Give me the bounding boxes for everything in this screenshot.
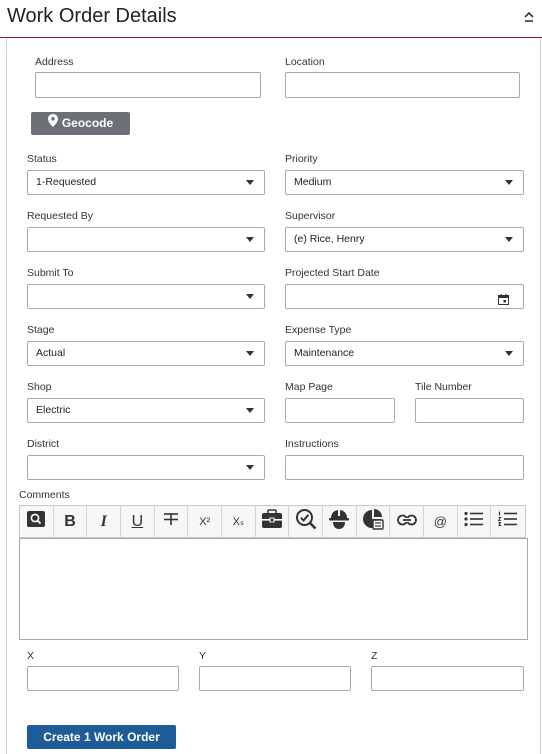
map-page-label: Map Page bbox=[285, 381, 333, 393]
stage-label: Stage bbox=[27, 324, 55, 336]
priority-value: Medium bbox=[294, 176, 332, 188]
mention-button[interactable]: @ bbox=[424, 506, 458, 537]
underline-button[interactable]: U bbox=[121, 506, 155, 537]
tile-number-input[interactable] bbox=[415, 398, 524, 423]
status-label: Status bbox=[27, 153, 57, 165]
chevron-down-icon bbox=[246, 465, 254, 470]
panel-title: Work Order Details bbox=[7, 5, 177, 27]
expense-type-select[interactable]: Maintenance bbox=[285, 341, 524, 366]
map-pin-icon bbox=[47, 112, 58, 135]
numbered-list-button[interactable] bbox=[491, 506, 525, 537]
chevron-down-icon bbox=[246, 294, 254, 299]
strikethrough-button[interactable] bbox=[155, 506, 189, 537]
italic-icon: I bbox=[100, 512, 107, 530]
italic-button[interactable]: I bbox=[87, 506, 122, 537]
requested-by-select[interactable] bbox=[27, 227, 265, 252]
priority-select[interactable]: Medium bbox=[285, 170, 524, 195]
z-label: Z bbox=[371, 650, 378, 662]
inspection-button[interactable] bbox=[289, 506, 324, 537]
comments-label: Comments bbox=[19, 489, 70, 501]
toolbox-icon bbox=[261, 509, 283, 534]
chevron-down-icon bbox=[246, 408, 254, 413]
submit-to-label: Submit To bbox=[27, 267, 74, 279]
supervisor-select[interactable]: (e) Rice, Henry bbox=[285, 227, 524, 252]
location-label: Location bbox=[285, 56, 325, 68]
chevron-down-icon bbox=[246, 237, 254, 242]
z-input[interactable] bbox=[371, 666, 524, 691]
numbered-list-icon bbox=[497, 511, 518, 532]
cost-chart-button[interactable] bbox=[357, 506, 391, 537]
comments-editor[interactable] bbox=[19, 538, 528, 640]
pie-chart-cost-icon bbox=[362, 508, 384, 535]
editor-toolbar: B I U X² Xₛ @ bbox=[19, 505, 526, 538]
status-select[interactable]: 1-Requested bbox=[27, 170, 265, 195]
chevron-down-icon bbox=[505, 237, 513, 242]
projected-start-date-label: Projected Start Date bbox=[285, 267, 380, 279]
superscript-button[interactable]: X² bbox=[188, 506, 223, 537]
x-input[interactable] bbox=[27, 666, 179, 691]
underline-icon: U bbox=[131, 512, 144, 530]
shop-label: Shop bbox=[27, 381, 52, 393]
create-work-order-button[interactable]: Create 1 Work Order bbox=[27, 725, 176, 749]
shop-value: Electric bbox=[36, 404, 71, 416]
hard-hat-icon bbox=[328, 508, 350, 535]
tile-number-label: Tile Number bbox=[415, 381, 472, 393]
search-icon bbox=[27, 511, 46, 532]
supervisor-value: (e) Rice, Henry bbox=[294, 233, 365, 245]
chevron-down-icon bbox=[505, 351, 513, 356]
expense-type-value: Maintenance bbox=[294, 347, 355, 359]
magnifier-check-icon bbox=[295, 508, 317, 535]
instructions-label: Instructions bbox=[285, 438, 339, 450]
chevron-down-icon bbox=[246, 180, 254, 185]
address-input[interactable] bbox=[35, 72, 261, 98]
panel-left-border bbox=[6, 38, 7, 754]
panel-right-border bbox=[540, 38, 541, 754]
calendar-icon[interactable] bbox=[498, 291, 509, 314]
link-button[interactable] bbox=[390, 506, 425, 537]
at-sign-icon: @ bbox=[433, 514, 447, 529]
panel-header: Work Order Details bbox=[0, 0, 542, 38]
geocode-button[interactable]: Geocode bbox=[31, 112, 130, 135]
map-page-input[interactable] bbox=[285, 398, 395, 423]
bold-icon: B bbox=[64, 512, 76, 530]
strikethrough-icon bbox=[163, 512, 179, 531]
subscript-icon: Xₛ bbox=[232, 516, 245, 528]
expense-type-label: Expense Type bbox=[285, 324, 352, 336]
geocode-button-label: Geocode bbox=[61, 116, 114, 130]
stage-value: Actual bbox=[36, 347, 66, 359]
shop-select[interactable]: Electric bbox=[27, 398, 265, 423]
status-value: 1-Requested bbox=[36, 176, 97, 188]
requested-by-label: Requested By bbox=[27, 210, 93, 222]
location-input[interactable] bbox=[285, 72, 520, 98]
y-label: Y bbox=[199, 650, 207, 662]
chevron-down-icon bbox=[505, 180, 513, 185]
district-select[interactable] bbox=[27, 455, 265, 480]
supervisor-label: Supervisor bbox=[285, 210, 336, 222]
projected-start-date-input[interactable] bbox=[285, 284, 524, 309]
instructions-input[interactable] bbox=[285, 455, 524, 480]
superscript-icon: X² bbox=[199, 515, 211, 528]
chevron-down-icon bbox=[246, 351, 254, 356]
district-label: District bbox=[27, 438, 60, 450]
y-input[interactable] bbox=[199, 666, 351, 691]
bulleted-list-icon bbox=[464, 511, 484, 532]
collapse-icon[interactable] bbox=[522, 10, 536, 24]
submit-to-select[interactable] bbox=[27, 284, 265, 309]
toolbox-button[interactable] bbox=[256, 506, 290, 537]
bold-button[interactable]: B bbox=[54, 506, 88, 537]
x-label: X bbox=[27, 650, 35, 662]
worker-button[interactable] bbox=[323, 506, 357, 537]
find-button[interactable] bbox=[20, 506, 54, 537]
address-label: Address bbox=[35, 56, 74, 68]
priority-label: Priority bbox=[285, 153, 318, 165]
bulleted-list-button[interactable] bbox=[458, 506, 492, 537]
link-icon bbox=[396, 513, 417, 531]
stage-select[interactable]: Actual bbox=[27, 341, 265, 366]
subscript-button[interactable]: Xₛ bbox=[222, 506, 256, 537]
